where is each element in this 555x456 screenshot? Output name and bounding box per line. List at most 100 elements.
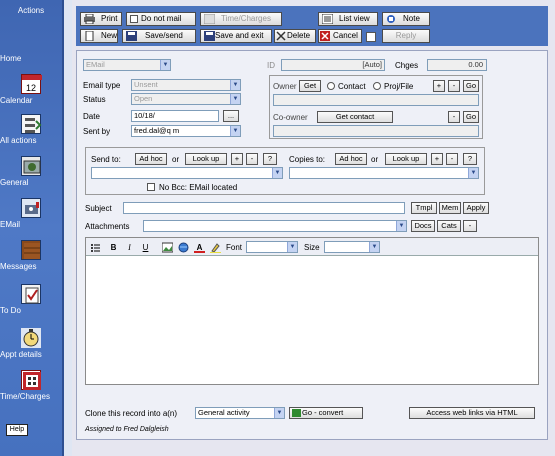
send-to-label: Send to: bbox=[91, 155, 121, 164]
help-button[interactable]: Help bbox=[6, 424, 28, 436]
sidebar-item-all-actions[interactable]: All actions bbox=[0, 114, 62, 145]
attachments-remove-button[interactable]: - bbox=[463, 220, 477, 232]
sidebar: Actions Home 12 Calendar All actions Gen… bbox=[0, 0, 64, 456]
apply-button[interactable]: Apply bbox=[463, 202, 489, 214]
chevron-down-icon: ▼ bbox=[230, 126, 240, 136]
email-type-select[interactable]: Unsent ▼ bbox=[131, 79, 241, 91]
font-color-icon[interactable]: A bbox=[194, 242, 205, 253]
docs-button[interactable]: Docs bbox=[411, 220, 435, 232]
reply-label: Reply bbox=[395, 31, 417, 40]
new-button[interactable]: New bbox=[80, 29, 118, 43]
copies-remove-button[interactable]: - bbox=[446, 153, 458, 165]
italic-icon[interactable]: I bbox=[124, 242, 135, 253]
get-contact-button[interactable]: Get contact bbox=[317, 111, 393, 123]
message-body[interactable] bbox=[88, 262, 536, 382]
cancel-button[interactable]: Cancel bbox=[318, 29, 362, 43]
copies-help-button[interactable]: ? bbox=[463, 153, 477, 165]
send-to-help-button[interactable]: ? bbox=[263, 153, 277, 165]
sidebar-item-appt-details[interactable]: Appt details bbox=[0, 328, 62, 359]
owner-remove-button[interactable]: - bbox=[448, 80, 460, 92]
save-send-button[interactable]: Save/send bbox=[122, 29, 196, 43]
memo-button[interactable]: Mem bbox=[439, 202, 461, 214]
image-icon[interactable] bbox=[161, 242, 174, 253]
send-to-remove-button[interactable]: - bbox=[246, 153, 258, 165]
save-send-label: Save/send bbox=[145, 31, 183, 40]
proj-file-radio[interactable] bbox=[373, 82, 381, 90]
calendar-icon: 12 bbox=[21, 74, 42, 94]
sidebar-item-time-charges[interactable]: Time/Charges bbox=[0, 370, 62, 401]
toolbar-checkbox[interactable] bbox=[366, 32, 376, 42]
sidebar-item-email[interactable]: EMail bbox=[0, 198, 62, 229]
copies-add-button[interactable]: + bbox=[431, 153, 443, 165]
date-field[interactable]: 10/18/ bbox=[131, 110, 219, 122]
svg-text:12: 12 bbox=[26, 83, 36, 93]
status-select[interactable]: Open ▼ bbox=[131, 93, 241, 105]
sent-by-label: Sent by bbox=[83, 127, 111, 136]
sidebar-item-label: Appt details bbox=[0, 350, 42, 359]
sent-by-select[interactable]: fred.dal@q m ▼ bbox=[131, 125, 241, 137]
cancel-icon bbox=[320, 31, 331, 41]
sidebar-item-general[interactable]: General bbox=[0, 156, 62, 187]
highlight-icon[interactable] bbox=[210, 242, 221, 253]
owner-field bbox=[273, 94, 479, 106]
new-document-icon bbox=[84, 30, 95, 42]
coowner-remove-button[interactable]: - bbox=[448, 111, 460, 123]
appointment-icon bbox=[21, 328, 41, 348]
contact-radio-label: Contact bbox=[338, 82, 366, 91]
sidebar-item-calendar[interactable]: 12 Calendar bbox=[0, 74, 62, 105]
date-picker-button[interactable]: ... bbox=[223, 110, 239, 122]
do-not-mail-checkbox[interactable]: Do not mail bbox=[126, 12, 196, 26]
coowner-field bbox=[273, 125, 479, 137]
font-select[interactable]: ▼ bbox=[246, 241, 298, 253]
delete-button[interactable]: Delete bbox=[274, 29, 316, 43]
type-value: EMail bbox=[86, 60, 105, 69]
send-to-or-label: or bbox=[172, 155, 180, 164]
todo-icon bbox=[21, 284, 41, 304]
sidebar-item-messages[interactable]: Messages bbox=[0, 240, 62, 271]
send-to-add-button[interactable]: + bbox=[231, 153, 243, 165]
arrow-right-icon bbox=[292, 409, 301, 417]
bold-icon[interactable]: B bbox=[108, 242, 119, 253]
attachments-select[interactable]: ▼ bbox=[143, 220, 407, 232]
reply-button[interactable]: Reply bbox=[382, 29, 430, 43]
contact-radio[interactable] bbox=[327, 82, 335, 90]
owner-go-button[interactable]: Go bbox=[463, 80, 479, 92]
send-to-select[interactable]: ▼ bbox=[91, 167, 283, 179]
underline-icon[interactable]: U bbox=[140, 242, 151, 253]
type-select[interactable]: EMail ▼ bbox=[83, 59, 171, 71]
list-view-label: List view bbox=[339, 14, 370, 23]
copies-to-select[interactable]: ▼ bbox=[289, 167, 479, 179]
no-bcc-checkbox[interactable] bbox=[147, 183, 155, 191]
owner-get-button[interactable]: Get bbox=[299, 80, 321, 92]
copies-ad-hoc-button[interactable]: Ad hoc bbox=[335, 153, 367, 165]
time-charges-label: Time/Charges bbox=[221, 14, 271, 23]
clone-label: Clone this record into a(n) bbox=[85, 409, 178, 418]
chges-field: 0.00 bbox=[427, 59, 487, 71]
bullet-list-icon[interactable] bbox=[90, 242, 101, 253]
clone-type-value: General activity bbox=[198, 408, 250, 417]
coowner-go-button[interactable]: Go bbox=[463, 111, 479, 123]
owner-add-button[interactable]: + bbox=[433, 80, 445, 92]
save-and-exit-button[interactable]: Save and exit bbox=[200, 29, 272, 43]
note-button[interactable]: Note bbox=[382, 12, 430, 26]
sidebar-item-label: EMail bbox=[0, 220, 21, 229]
template-button[interactable]: Tmpl bbox=[411, 202, 437, 214]
list-view-button[interactable]: List view bbox=[318, 12, 378, 26]
cats-button[interactable]: Cats bbox=[437, 220, 461, 232]
subject-input[interactable] bbox=[123, 202, 405, 214]
size-select[interactable]: ▼ bbox=[324, 241, 380, 253]
print-button[interactable]: Print bbox=[80, 12, 122, 26]
go-convert-label: Go - convert bbox=[302, 408, 344, 417]
font-label: Font bbox=[226, 243, 243, 252]
sidebar-item-label: General bbox=[0, 178, 29, 187]
go-convert-button[interactable]: Go - convert bbox=[289, 407, 363, 419]
time-charges-button[interactable]: Time/Charges bbox=[200, 12, 282, 26]
send-to-look-up-button[interactable]: Look up bbox=[185, 153, 227, 165]
sidebar-item-to-do[interactable]: To Do bbox=[0, 284, 62, 315]
web-links-button[interactable]: Access web links via HTML bbox=[409, 407, 535, 419]
link-globe-icon[interactable] bbox=[178, 242, 189, 253]
send-to-ad-hoc-button[interactable]: Ad hoc bbox=[135, 153, 167, 165]
clone-type-select[interactable]: General activity ▼ bbox=[195, 407, 285, 419]
copies-look-up-button[interactable]: Look up bbox=[385, 153, 427, 165]
do-not-mail-box[interactable] bbox=[130, 15, 138, 23]
